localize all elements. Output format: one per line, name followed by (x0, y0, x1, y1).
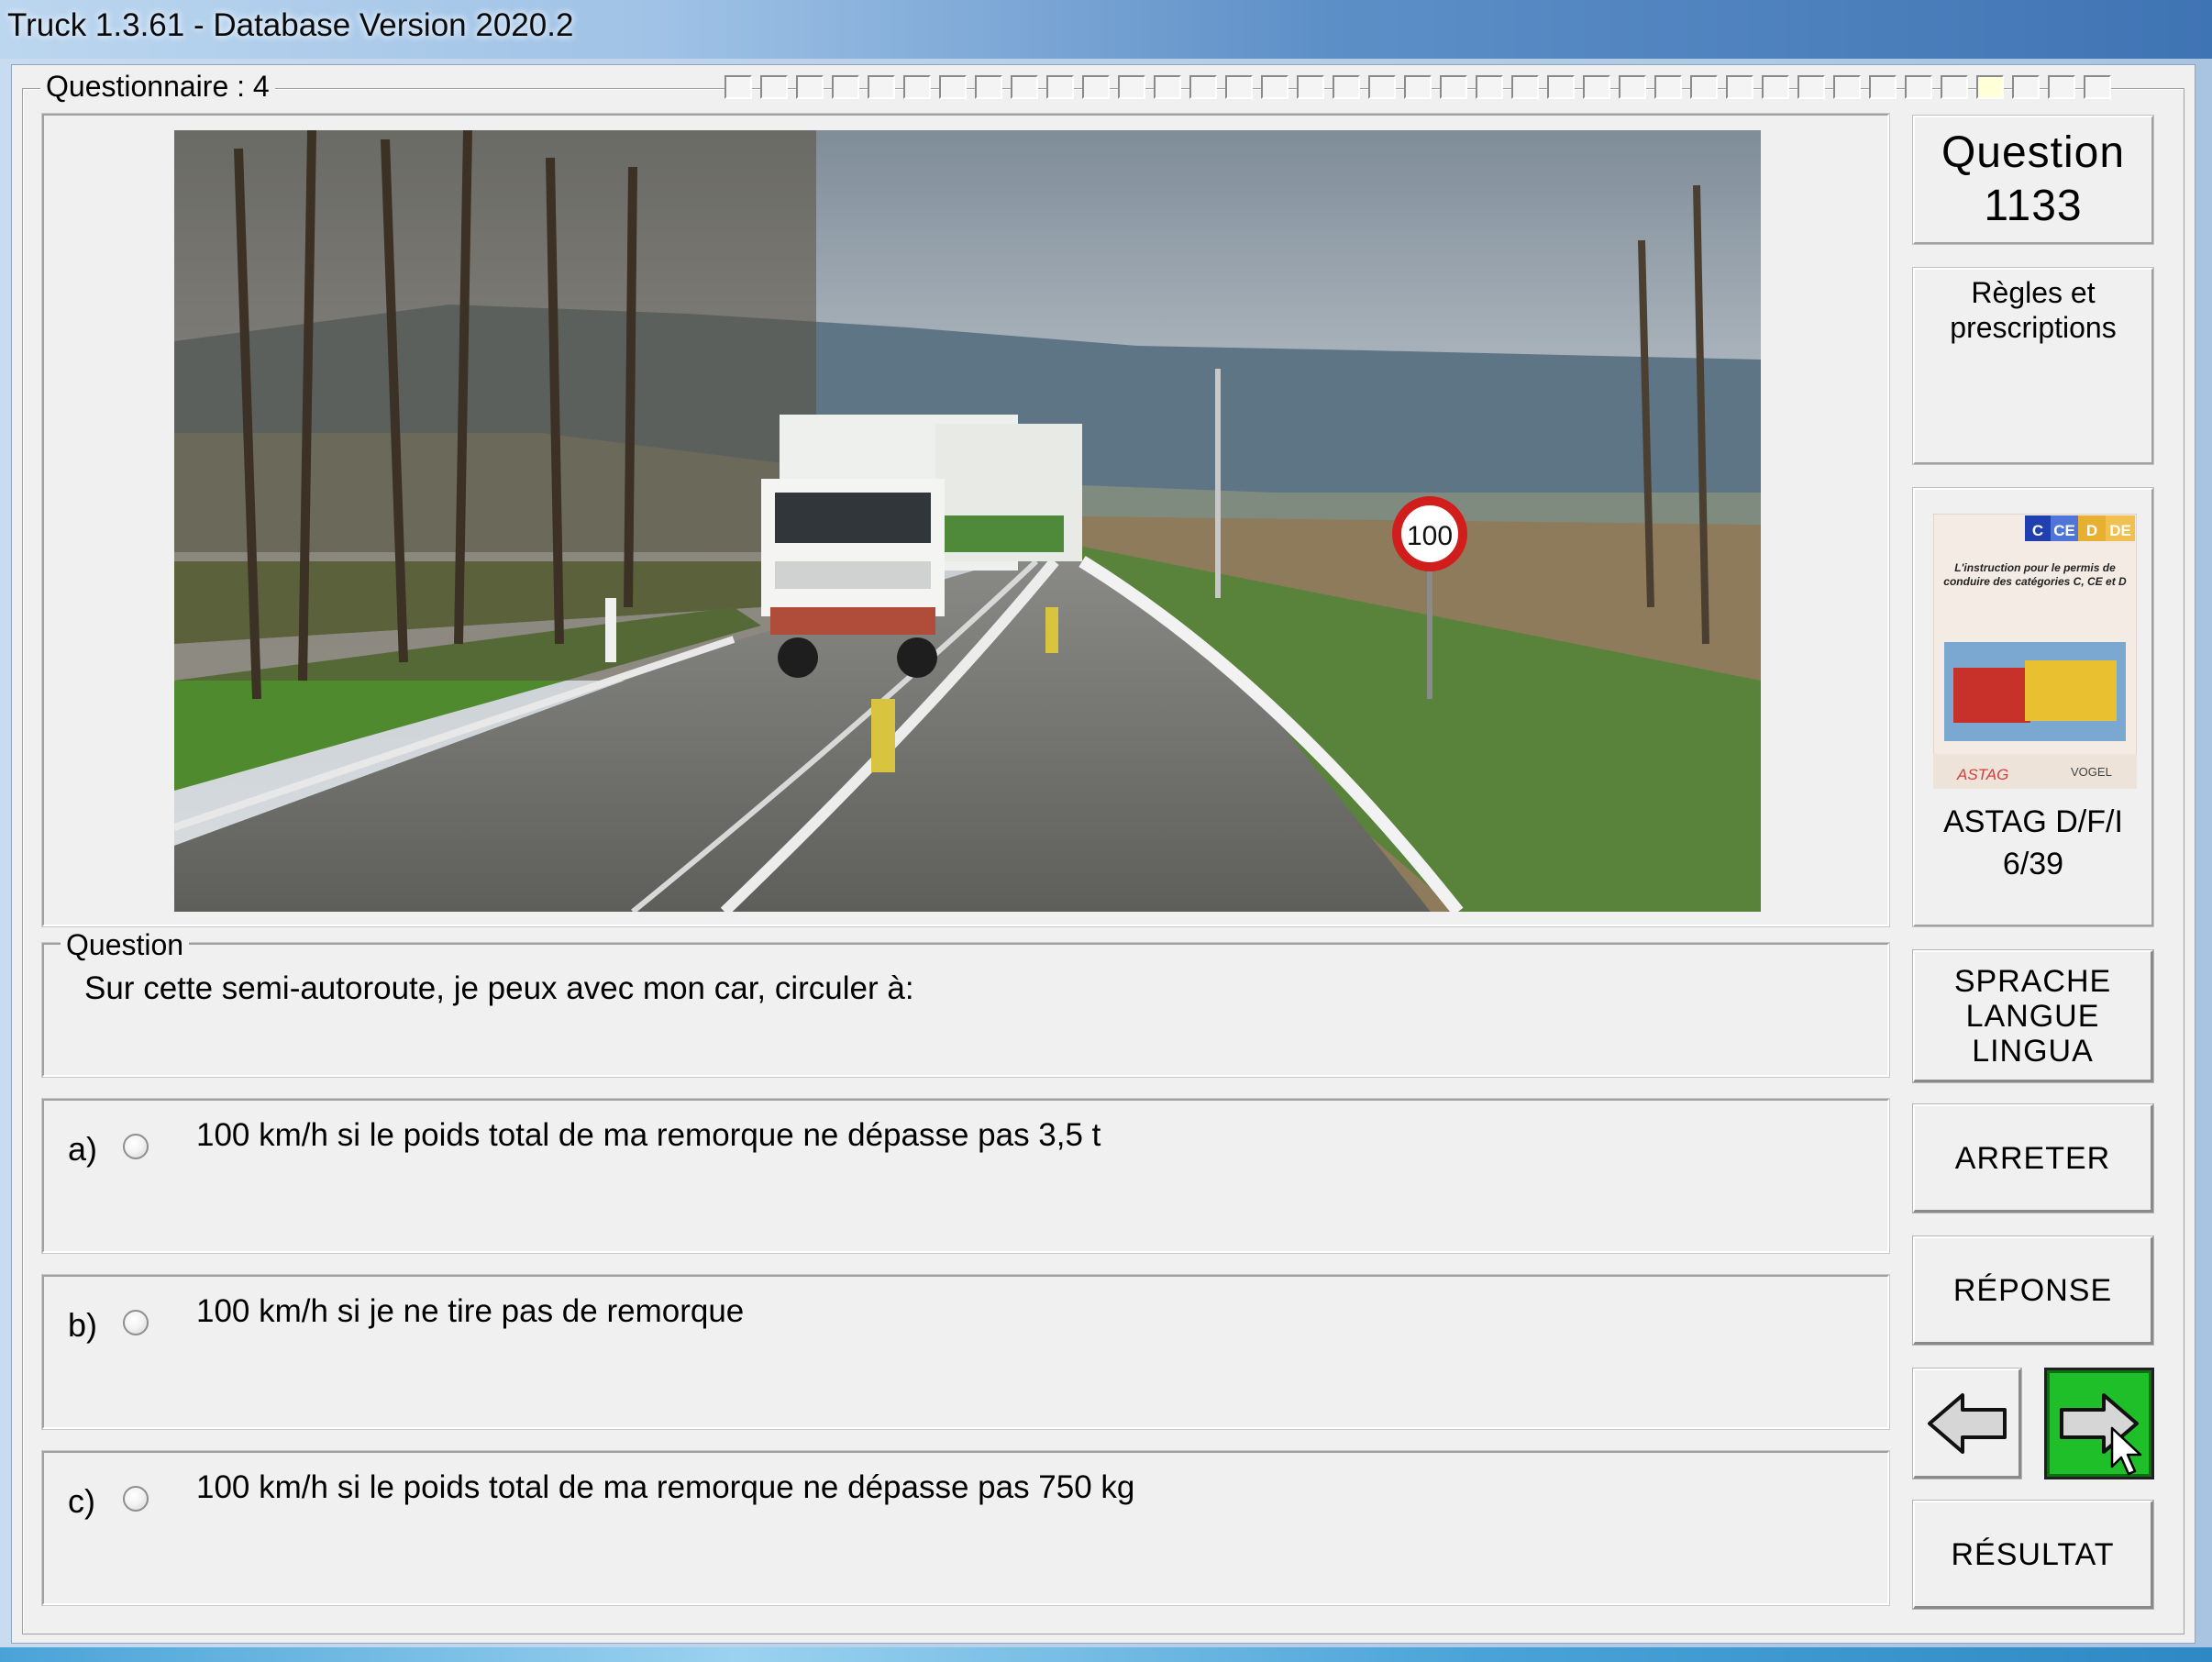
progress-segment (1118, 75, 1145, 99)
progress-segment (1440, 75, 1467, 99)
progress-segment (760, 75, 788, 99)
arrow-left-icon (1927, 1392, 2007, 1454)
question-progress-bar (724, 75, 2119, 101)
progress-segment (1368, 75, 1396, 99)
svg-text:D: D (2086, 522, 2097, 539)
svg-text:VOGEL: VOGEL (2071, 765, 2112, 779)
answer-a-text[interactable]: 100 km/h si le poids total de ma remorqu… (196, 1117, 1100, 1154)
answer-c-text[interactable]: 100 km/h si le poids total de ma remorqu… (196, 1469, 1134, 1506)
window-title-bar[interactable]: Truck 1.3.61 - Database Version 2020.2 (0, 0, 2212, 59)
progress-segment (1690, 75, 1718, 99)
question-number-box: Question 1133 (1912, 115, 2154, 245)
answer-button[interactable]: RÉPONSE (1912, 1235, 2154, 1346)
answer-c-letter: c) (68, 1482, 95, 1520)
book-cover-image: C CE D DE L'instruction pour le permis d… (1933, 514, 2137, 789)
answer-b-text[interactable]: 100 km/h si je ne tire pas de remorque (196, 1293, 744, 1330)
progress-segment (1082, 75, 1110, 99)
progress-segment (1833, 75, 1861, 99)
progress-segment (1046, 75, 1074, 99)
language-button-line-1: SPRACHE (1953, 963, 2112, 999)
question-text: Sur cette semi-autoroute, je peux avec m… (84, 970, 914, 1006)
category-box: Règles et prescriptions (1912, 267, 2154, 465)
category-line-2: prescriptions (1950, 311, 2117, 344)
svg-text:CE: CE (2053, 522, 2075, 539)
progress-segment (1941, 75, 1968, 99)
progress-segment (1905, 75, 1932, 99)
progress-segment (1189, 75, 1217, 99)
progress-segment (2012, 75, 2040, 99)
language-button[interactable]: SPRACHE LANGUE LINGUA (1912, 949, 2154, 1083)
progress-segment (1297, 75, 1324, 99)
progress-segment (1333, 75, 1360, 99)
speed-sign-text: 100 (1407, 521, 1453, 551)
mouse-cursor-icon (2110, 1426, 2142, 1476)
book-caption-line-1: ASTAG D/F/I (1943, 804, 2123, 839)
svg-text:ASTAG: ASTAG (1956, 766, 2008, 783)
question-number: 1133 (1984, 182, 2083, 230)
progress-segment (1762, 75, 1789, 99)
category-line-1: Règles et (1971, 276, 2096, 309)
progress-segment (939, 75, 967, 99)
progress-segment (724, 75, 752, 99)
progress-segment (1511, 75, 1539, 99)
progress-segment (832, 75, 859, 99)
svg-text:C: C (2032, 522, 2043, 539)
progress-segment (868, 75, 895, 99)
progress-segment (1011, 75, 1038, 99)
question-number-title: Question (1941, 128, 2126, 177)
progress-segment (1869, 75, 1897, 99)
progress-segment (1726, 75, 1753, 99)
taskbar-strip (0, 1647, 2212, 1662)
progress-segment (796, 75, 824, 99)
answer-b-letter: b) (68, 1306, 98, 1344)
language-button-line-3: LINGUA (1972, 1033, 2094, 1069)
progress-segment (1547, 75, 1575, 99)
progress-segment (1797, 75, 1825, 99)
answer-a-letter: a) (68, 1130, 98, 1168)
book-caption-line-2: 6/39 (2002, 847, 2064, 881)
progress-segment (1654, 75, 1682, 99)
progress-segment (2048, 75, 2075, 99)
progress-segment (2084, 75, 2111, 99)
progress-segment (903, 75, 931, 99)
questionnaire-label: Questionnaire : 4 (40, 70, 275, 104)
question-panel (41, 942, 1890, 1078)
window-title: Truck 1.3.61 - Database Version 2020.2 (7, 7, 574, 43)
progress-segment (1261, 75, 1288, 99)
progress-segment (975, 75, 1002, 99)
stop-button[interactable]: ARRETER (1912, 1103, 2154, 1213)
answer-c-radio[interactable] (123, 1486, 149, 1512)
previous-button[interactable] (1912, 1368, 2022, 1479)
answer-b-radio[interactable] (123, 1310, 149, 1335)
progress-segment (1583, 75, 1610, 99)
next-button[interactable] (2044, 1368, 2154, 1479)
question-group-label: Question (61, 928, 190, 962)
question-photo: 100 (174, 130, 1761, 912)
progress-segment (1154, 75, 1181, 99)
reference-book-box: C CE D DE L'instruction pour le permis d… (1912, 487, 2154, 927)
language-button-line-2: LANGUE (1965, 998, 2100, 1034)
result-button[interactable]: RÉSULTAT (1912, 1500, 2154, 1610)
svg-text:DE: DE (2109, 522, 2131, 539)
progress-segment (1976, 75, 2004, 99)
progress-segment (1476, 75, 1503, 99)
answer-a-radio[interactable] (123, 1134, 149, 1159)
progress-segment (1225, 75, 1253, 99)
progress-segment (1404, 75, 1432, 99)
progress-segment (1619, 75, 1646, 99)
